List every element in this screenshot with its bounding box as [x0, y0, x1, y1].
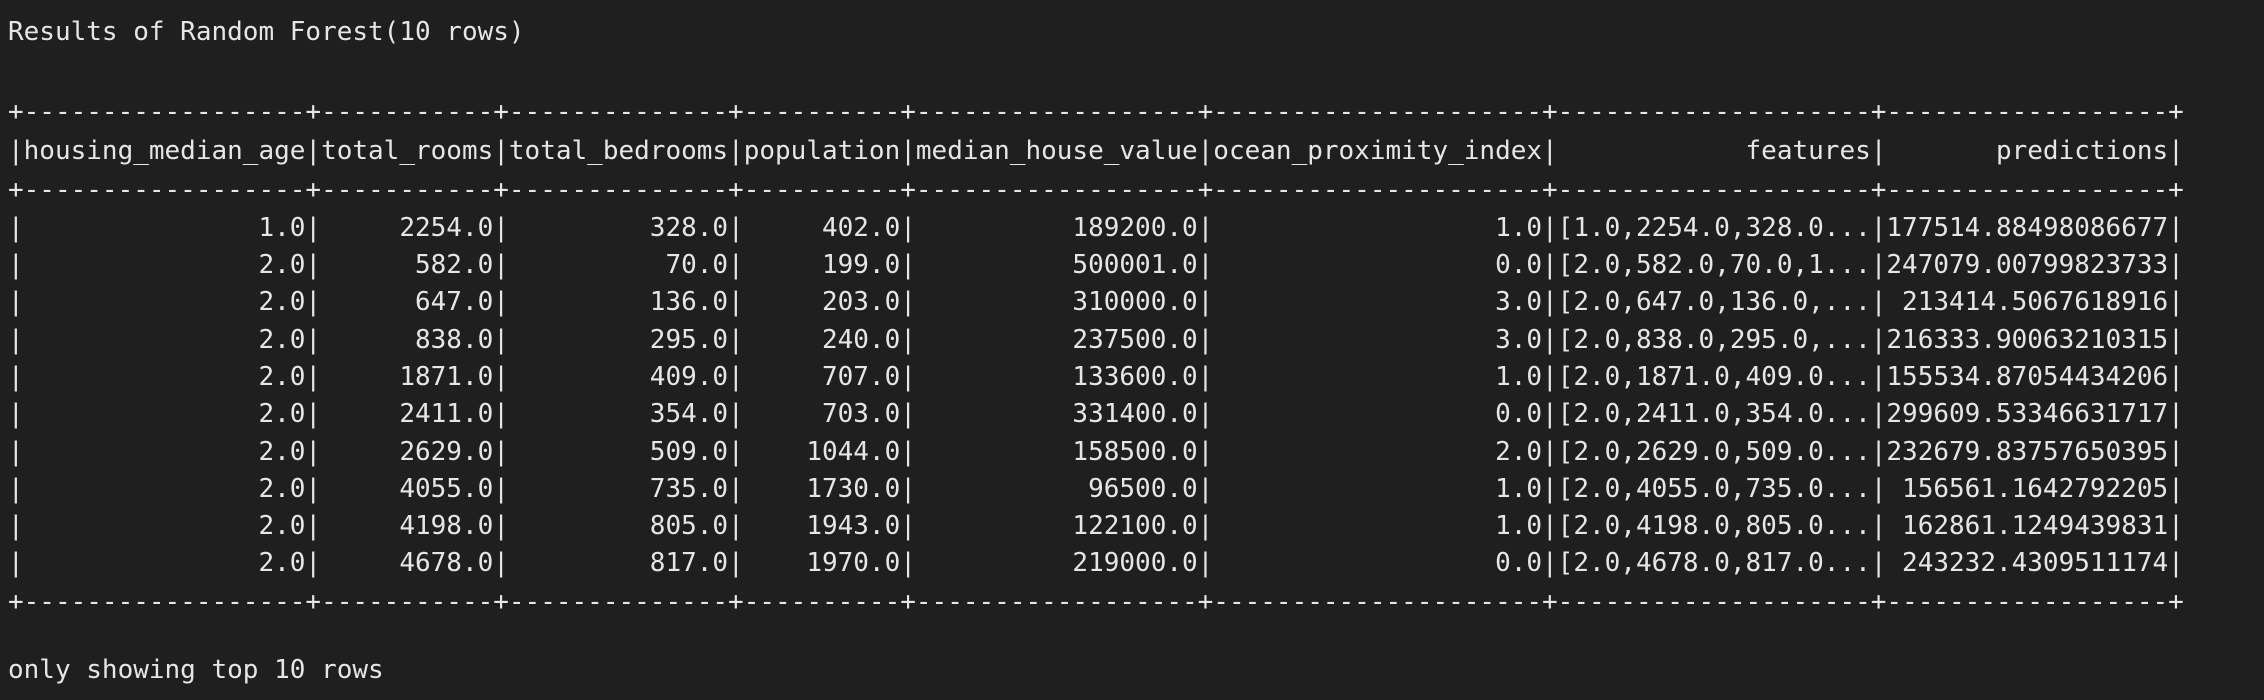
table-row: | 2.0| 2629.0| 509.0| 1044.0| 158500.0| …: [8, 437, 2184, 467]
table-row: | 2.0| 1871.0| 409.0| 707.0| 133600.0| 1…: [8, 362, 2184, 392]
table-row: | 2.0| 4678.0| 817.0| 1970.0| 219000.0| …: [8, 548, 2184, 578]
table-row: | 1.0| 2254.0| 328.0| 402.0| 189200.0| 1…: [8, 213, 2184, 243]
table-border-bottom: +------------------+-----------+--------…: [8, 587, 2184, 617]
output-footer: only showing top 10 rows: [8, 655, 384, 685]
table-header-divider: +------------------+-----------+--------…: [8, 175, 2184, 205]
table-row: | 2.0| 647.0| 136.0| 203.0| 310000.0| 3.…: [8, 287, 2184, 317]
output-header: Results of Random Forest(10 rows): [8, 17, 525, 47]
table-border-top: +------------------+-----------+--------…: [8, 97, 2184, 127]
table-row: | 2.0| 582.0| 70.0| 199.0| 500001.0| 0.0…: [8, 250, 2184, 280]
table-row: | 2.0| 2411.0| 354.0| 703.0| 331400.0| 0…: [8, 399, 2184, 429]
table-row: | 2.0| 4198.0| 805.0| 1943.0| 122100.0| …: [8, 511, 2184, 541]
terminal-output[interactable]: Results of Random Forest(10 rows) +-----…: [8, 0, 2256, 700]
table-header-row: |housing_median_age|total_rooms|total_be…: [8, 136, 2184, 166]
table-row: | 2.0| 4055.0| 735.0| 1730.0| 96500.0| 1…: [8, 474, 2184, 504]
table-row: | 2.0| 838.0| 295.0| 240.0| 237500.0| 3.…: [8, 325, 2184, 355]
